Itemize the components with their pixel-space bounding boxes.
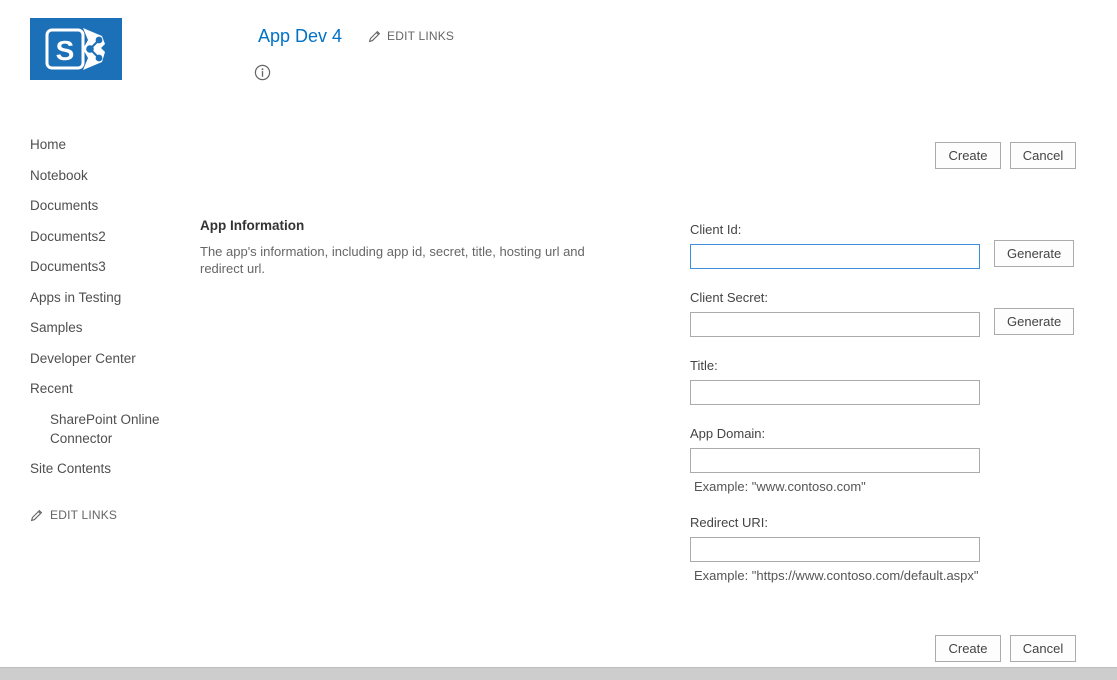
client-secret-label: Client Secret: bbox=[690, 290, 990, 305]
edit-links-sidebar-label: EDIT LINKS bbox=[50, 508, 117, 522]
sidebar-item-documents[interactable]: Documents bbox=[30, 191, 195, 222]
cancel-button-top[interactable]: Cancel bbox=[1010, 142, 1076, 169]
section-description: The app's information, including app id,… bbox=[200, 243, 620, 277]
page: S App Dev 4 EDIT LINKS bbox=[0, 0, 1117, 680]
sidebar-item-documents2[interactable]: Documents2 bbox=[30, 222, 195, 253]
client-secret-input[interactable] bbox=[690, 312, 980, 337]
info-icon[interactable] bbox=[254, 64, 271, 86]
redirect-uri-input[interactable] bbox=[690, 537, 980, 562]
title-input[interactable] bbox=[690, 380, 980, 405]
section-title: App Information bbox=[200, 218, 304, 233]
sidebar-item-documents3[interactable]: Documents3 bbox=[30, 252, 195, 283]
sidebar-item-samples[interactable]: Samples bbox=[30, 313, 195, 344]
app-information-form: Client Id: Generate Client Secret: Gener… bbox=[690, 222, 990, 604]
client-id-input[interactable] bbox=[690, 244, 980, 269]
cancel-button-bottom[interactable]: Cancel bbox=[1010, 635, 1076, 662]
redirect-uri-field-group: Redirect URI: Example: "https://www.cont… bbox=[690, 515, 990, 583]
sidebar-item-developer-center[interactable]: Developer Center bbox=[30, 344, 195, 375]
generate-client-id-button[interactable]: Generate bbox=[994, 240, 1074, 267]
sidebar-nav: Home Notebook Documents Documents2 Docum… bbox=[30, 130, 195, 522]
pencil-icon bbox=[30, 509, 43, 522]
header: S App Dev 4 EDIT LINKS bbox=[0, 0, 1117, 110]
client-id-label: Client Id: bbox=[690, 222, 990, 237]
top-action-buttons: Create Cancel bbox=[935, 142, 1076, 169]
redirect-uri-label: Redirect URI: bbox=[690, 515, 990, 530]
sidebar-item-notebook[interactable]: Notebook bbox=[30, 161, 195, 192]
title-field-group: Title: bbox=[690, 358, 990, 405]
edit-links-top-button[interactable]: EDIT LINKS bbox=[368, 29, 454, 43]
bottom-action-buttons: Create Cancel bbox=[935, 635, 1076, 662]
sidebar-item-sharepoint-online-connector[interactable]: SharePoint Online Connector bbox=[30, 410, 170, 448]
sharepoint-logo[interactable]: S bbox=[30, 18, 122, 80]
app-domain-field-group: App Domain: Example: "www.contoso.com" bbox=[690, 426, 990, 494]
svg-text:S: S bbox=[56, 35, 75, 66]
client-id-field-group: Client Id: Generate bbox=[690, 222, 990, 269]
edit-links-top-label: EDIT LINKS bbox=[387, 29, 454, 43]
footer-strip bbox=[0, 667, 1117, 680]
sharepoint-logo-icon: S bbox=[30, 18, 122, 80]
generate-client-secret-button[interactable]: Generate bbox=[994, 308, 1074, 335]
title-label: Title: bbox=[690, 358, 990, 373]
create-button-top[interactable]: Create bbox=[935, 142, 1001, 169]
sidebar-item-recent[interactable]: Recent bbox=[30, 374, 195, 405]
sidebar-item-apps-in-testing[interactable]: Apps in Testing bbox=[30, 283, 195, 314]
client-secret-field-group: Client Secret: Generate bbox=[690, 290, 990, 337]
app-domain-example: Example: "www.contoso.com" bbox=[694, 479, 990, 494]
app-domain-input[interactable] bbox=[690, 448, 980, 473]
create-button-bottom[interactable]: Create bbox=[935, 635, 1001, 662]
app-domain-label: App Domain: bbox=[690, 426, 990, 441]
pencil-icon bbox=[368, 30, 381, 43]
sidebar-item-home[interactable]: Home bbox=[30, 130, 195, 161]
edit-links-sidebar-button[interactable]: EDIT LINKS bbox=[30, 508, 195, 522]
redirect-uri-example: Example: "https://www.contoso.com/defaul… bbox=[694, 568, 990, 583]
sidebar-item-site-contents[interactable]: Site Contents bbox=[30, 454, 195, 485]
site-title[interactable]: App Dev 4 bbox=[258, 26, 342, 47]
